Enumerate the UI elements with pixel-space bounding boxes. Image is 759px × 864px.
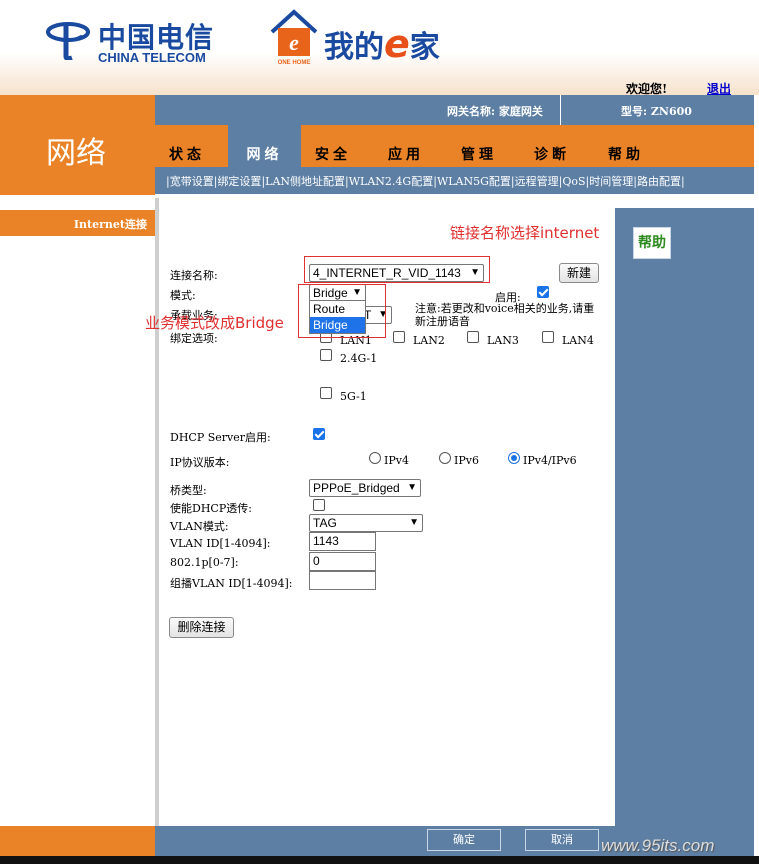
bind-wifi24-label: 2.4G-1 — [340, 352, 378, 365]
tab-network[interactable]: 网络 — [228, 125, 301, 167]
section-title: 网络 — [46, 136, 106, 171]
ok-button[interactable]: 确定 — [427, 829, 501, 851]
bridge-type-label: 桥类型: — [170, 484, 207, 497]
ip-ipv6-label: IPv6 — [454, 454, 479, 467]
bind-wifi24-checkbox[interactable] — [320, 349, 332, 361]
bind-lan3-label: LAN3 — [487, 334, 519, 347]
bottom-strip — [0, 856, 759, 864]
ip-ipv4-label: IPv4 — [384, 454, 409, 467]
sidebar-item-internet[interactable]: Internet连接 — [0, 210, 155, 236]
subnav-binding[interactable]: 绑定设置 — [217, 175, 261, 188]
gateway-name: 网关名称: 家庭网关 — [447, 105, 543, 118]
sub-nav: |宽带设置|绑定设置|LAN侧地址配置|WLAN2.4G配置|WLAN5G配置|… — [166, 175, 685, 188]
subnav-qos[interactable]: QoS — [562, 175, 585, 188]
svg-text:e: e — [289, 30, 299, 55]
enable-checkbox[interactable] — [537, 286, 549, 298]
ip-dual-radio[interactable] — [508, 452, 520, 464]
device-model: 型号: ZN600 — [621, 105, 692, 118]
ehome-badge: ONE HOME — [278, 60, 311, 66]
chevron-down-icon: ▼ — [407, 482, 417, 493]
bridge-type-select[interactable]: PPPoE_Bridged ▼ — [309, 479, 421, 497]
dhcp-passthrough-checkbox[interactable] — [313, 499, 325, 511]
vlan-mode-label: VLAN模式: — [170, 520, 229, 533]
bind-wifi5-checkbox[interactable] — [320, 387, 332, 399]
dot1p-label: 802.1p[0-7]: — [170, 556, 239, 569]
mode-option-bridge[interactable]: Bridge — [310, 317, 365, 333]
bind-lan3-checkbox[interactable] — [467, 331, 479, 343]
dhcp-passthrough-label: 使能DHCP透传: — [170, 502, 252, 515]
subnav-wlan5[interactable]: WLAN5G配置 — [437, 175, 511, 188]
subnav-route[interactable]: 路由配置 — [637, 175, 681, 188]
ip-ipv4-radio[interactable] — [369, 452, 381, 464]
ip-ipv6-radio[interactable] — [439, 452, 451, 464]
tab-management[interactable]: 管理 — [447, 125, 511, 167]
bind-lan4-checkbox[interactable] — [542, 331, 554, 343]
voice-note: 注意:若更改和voice相关的业务,请重新注册语音 — [415, 302, 595, 328]
dhcp-server-label: DHCP Server启用: — [170, 431, 271, 444]
mode-annotation: 业务模式改成Bridge — [145, 314, 284, 332]
china-telecom-logo: 中国电信 CHINA TELECOM — [46, 12, 216, 68]
conn-name-label: 连接名称: — [170, 269, 218, 282]
tab-security[interactable]: 安全 — [301, 125, 365, 167]
footer-left — [0, 826, 155, 856]
bind-lan2-checkbox[interactable] — [393, 331, 405, 343]
subnav-time[interactable]: 时间管理 — [589, 175, 633, 188]
conn-name-annotation: 链接名称选择internet — [450, 224, 600, 242]
mode-label: 模式: — [170, 289, 196, 302]
ehome-title: 我的e家 — [324, 22, 440, 66]
vlan-id-input[interactable]: 1143 — [309, 532, 376, 551]
ip-dual-label: IPv4/IPv6 — [523, 454, 577, 467]
bind-wifi5-label: 5G-1 — [340, 390, 367, 403]
subnav-broadband[interactable]: 宽带设置 — [170, 175, 214, 188]
house-icon: e ONE HOME — [270, 9, 318, 66]
mode-option-route[interactable]: Route — [310, 301, 365, 317]
tab-application[interactable]: 应用 — [374, 125, 438, 167]
info-divider — [560, 95, 561, 125]
chevron-down-icon: ▼ — [409, 517, 419, 528]
china-telecom-icon — [46, 22, 90, 60]
tab-help[interactable]: 帮助 — [594, 125, 658, 167]
brand-english-name: CHINA TELECOM — [98, 50, 206, 65]
dot1p-input[interactable]: 0 — [309, 552, 376, 571]
help-panel — [615, 208, 754, 826]
sidebar-item-label: Internet连接 — [73, 218, 147, 231]
dhcp-server-checkbox[interactable] — [313, 428, 325, 440]
bind-lan2-label: LAN2 — [413, 334, 445, 347]
header-banner: 中国电信 CHINA TELECOM e ONE HOME 我的e家 欢迎您! … — [0, 0, 759, 96]
tab-status[interactable]: 状态 — [155, 125, 219, 167]
subnav-wlan24[interactable]: WLAN2.4G配置 — [349, 175, 433, 188]
tab-diagnostics[interactable]: 诊断 — [520, 125, 584, 167]
ip-version-label: IP协议版本: — [170, 456, 230, 469]
ehome-logo: e ONE HOME 我的e家 — [268, 8, 488, 68]
mode-dropdown-list: Route Bridge — [309, 300, 366, 334]
help-button[interactable]: 帮助 — [633, 227, 671, 259]
new-connection-button[interactable]: 新建 — [559, 263, 599, 283]
subnav-lan[interactable]: LAN侧地址配置 — [265, 175, 345, 188]
subnav-remote[interactable]: 远程管理 — [515, 175, 559, 188]
multicast-vlan-label: 组播VLAN ID[1-4094]: — [170, 577, 293, 590]
bind-lan4-label: LAN4 — [562, 334, 594, 347]
cancel-button[interactable]: 取消 — [525, 829, 599, 851]
conn-name-annotation-box — [304, 256, 490, 283]
multicast-vlan-input[interactable] — [309, 571, 376, 590]
delete-connection-button[interactable]: 删除连接 — [169, 617, 234, 638]
watermark: www.95its.com — [601, 836, 715, 855]
vlan-mode-select[interactable]: TAG ▼ — [309, 514, 423, 532]
vlan-id-label: VLAN ID[1-4094]: — [170, 537, 271, 550]
